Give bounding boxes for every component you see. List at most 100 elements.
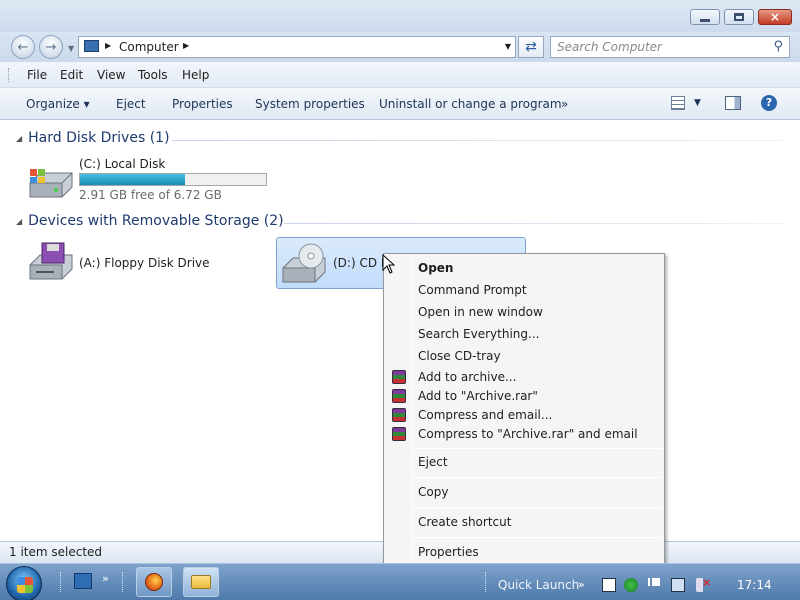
title-bar: ×	[0, 0, 800, 32]
taskbar-grip	[122, 572, 125, 592]
eject-button[interactable]: Eject	[116, 97, 146, 111]
group-title: Devices with Removable Storage (2)	[28, 213, 284, 229]
computer-icon	[84, 40, 99, 52]
properties-button[interactable]: Properties	[172, 97, 233, 111]
menu-item-add-to-archive-rar[interactable]: Add to "Archive.rar"	[418, 389, 538, 403]
close-icon: ×	[769, 10, 781, 24]
menu-view[interactable]: View	[97, 68, 125, 82]
back-button[interactable]: ←	[11, 35, 35, 59]
floppy-drive-icon	[29, 242, 73, 280]
taskbar: » Quick Launch » × 17:14	[0, 563, 800, 600]
menu-gutter	[412, 256, 413, 563]
mouse-cursor-icon	[382, 254, 396, 274]
group-divider	[284, 223, 782, 224]
recent-pages-dropdown-icon[interactable]: ▼	[68, 44, 74, 53]
uninstall-program-button[interactable]: Uninstall or change a program	[379, 97, 562, 111]
menu-item-search-everything[interactable]: Search Everything...	[418, 327, 539, 341]
group-header-hard-disks[interactable]: ◢ Hard Disk Drives (1)	[16, 130, 170, 146]
menu-bar: File Edit View Tools Help	[0, 62, 800, 88]
help-icon[interactable]: ?	[761, 95, 777, 111]
system-properties-button[interactable]: System properties	[255, 97, 365, 111]
command-bar: Organize ▾ Eject Properties System prope…	[0, 88, 800, 120]
quick-launch-chevron[interactable]: »	[102, 572, 109, 585]
context-menu: Open Command Prompt Open in new window S…	[383, 253, 665, 566]
address-dropdown-icon[interactable]: ▼	[505, 42, 511, 51]
more-commands-button[interactable]: »	[561, 97, 568, 111]
breadcrumb-computer[interactable]: Computer	[119, 40, 179, 54]
organize-button[interactable]: Organize ▾	[26, 97, 90, 111]
winrar-icon	[392, 408, 406, 422]
windows-logo-icon	[17, 577, 33, 593]
document-tray-icon[interactable]	[602, 578, 616, 592]
usage-bar-fill	[80, 174, 186, 185]
search-box[interactable]: ⚲	[550, 36, 790, 58]
volume-muted-icon[interactable]: ×	[696, 576, 711, 592]
close-button[interactable]: ×	[758, 9, 792, 25]
usage-bar	[79, 173, 267, 186]
search-input[interactable]	[551, 37, 751, 57]
drive-name: (A:) Floppy Disk Drive	[79, 256, 210, 270]
group-header-removable[interactable]: ◢ Devices with Removable Storage (2)	[16, 213, 284, 229]
menu-item-eject[interactable]: Eject	[418, 455, 448, 469]
breadcrumb-arrow-icon[interactable]: ▶	[183, 41, 189, 50]
hard-disk-icon	[29, 169, 73, 198]
action-center-flag-icon[interactable]	[648, 578, 662, 586]
taskbar-explorer[interactable]	[183, 567, 219, 597]
taskbar-firefox[interactable]	[136, 567, 172, 597]
menu-separator	[414, 507, 662, 508]
view-dropdown-icon[interactable]: ▼	[694, 98, 701, 108]
menu-file[interactable]: File	[27, 68, 47, 82]
taskbar-grip	[485, 572, 488, 592]
minimize-icon	[700, 18, 710, 22]
menu-item-add-to-archive[interactable]: Add to archive...	[418, 370, 516, 384]
navigation-bar: ← → ▼ ▶ Computer ▶ ▼ ⇄ ⚲	[0, 32, 800, 62]
menu-item-open[interactable]: Open	[418, 261, 453, 275]
taskbar-grip	[60, 572, 63, 592]
status-text: 1 item selected	[9, 545, 103, 559]
preview-pane-icon[interactable]	[725, 96, 741, 110]
security-shield-icon[interactable]	[624, 578, 638, 592]
collapse-icon[interactable]: ◢	[16, 217, 22, 226]
forward-button[interactable]: →	[39, 35, 63, 59]
menu-separator	[414, 537, 662, 538]
breadcrumb-arrow-icon[interactable]: ▶	[105, 41, 111, 50]
forward-arrow-icon: →	[45, 39, 57, 55]
change-view-icon[interactable]	[671, 96, 685, 110]
menu-separator	[414, 448, 662, 449]
menu-tools[interactable]: Tools	[138, 68, 168, 82]
quick-launch-label[interactable]: Quick Launch	[498, 578, 579, 592]
start-button[interactable]	[6, 566, 42, 600]
cd-drive-icon	[282, 243, 326, 283]
menu-edit[interactable]: Edit	[60, 68, 83, 82]
menu-item-create-shortcut[interactable]: Create shortcut	[418, 515, 511, 529]
maximize-button[interactable]	[724, 9, 754, 25]
group-divider	[172, 140, 782, 141]
refresh-icon: ⇄	[525, 39, 537, 55]
search-icon[interactable]: ⚲	[773, 39, 783, 54]
window-controls: ×	[690, 9, 792, 25]
back-arrow-icon: ←	[17, 39, 29, 55]
show-desktop-icon[interactable]	[74, 573, 92, 589]
menu-separator	[414, 477, 662, 478]
free-space-text: 2.91 GB free of 6.72 GB	[79, 188, 222, 202]
menu-item-compress-rar-email[interactable]: Compress to "Archive.rar" and email	[418, 427, 638, 441]
menu-item-open-new-window[interactable]: Open in new window	[418, 305, 543, 319]
network-icon[interactable]	[671, 578, 685, 592]
address-bar[interactable]: ▶ Computer ▶ ▼	[78, 36, 516, 58]
minimize-button[interactable]	[690, 9, 720, 25]
refresh-button[interactable]: ⇄	[518, 36, 544, 58]
drive-name: (C:) Local Disk	[79, 157, 166, 171]
menu-item-properties[interactable]: Properties	[418, 545, 479, 559]
toolbar-chevron[interactable]: »	[578, 578, 585, 591]
clock[interactable]: 17:14	[737, 578, 772, 592]
maximize-icon	[734, 13, 744, 21]
drive-item-a[interactable]: (A:) Floppy Disk Drive	[24, 237, 264, 289]
menu-item-copy[interactable]: Copy	[418, 485, 448, 499]
menu-grip	[8, 68, 11, 82]
drive-item-c[interactable]: (C:) Local Disk 2.91 GB free of 6.72 GB	[24, 157, 274, 205]
menu-help[interactable]: Help	[182, 68, 209, 82]
menu-item-close-cd-tray[interactable]: Close CD-tray	[418, 349, 501, 363]
collapse-icon[interactable]: ◢	[16, 134, 22, 143]
menu-item-compress-email[interactable]: Compress and email...	[418, 408, 552, 422]
menu-item-command-prompt[interactable]: Command Prompt	[418, 283, 527, 297]
